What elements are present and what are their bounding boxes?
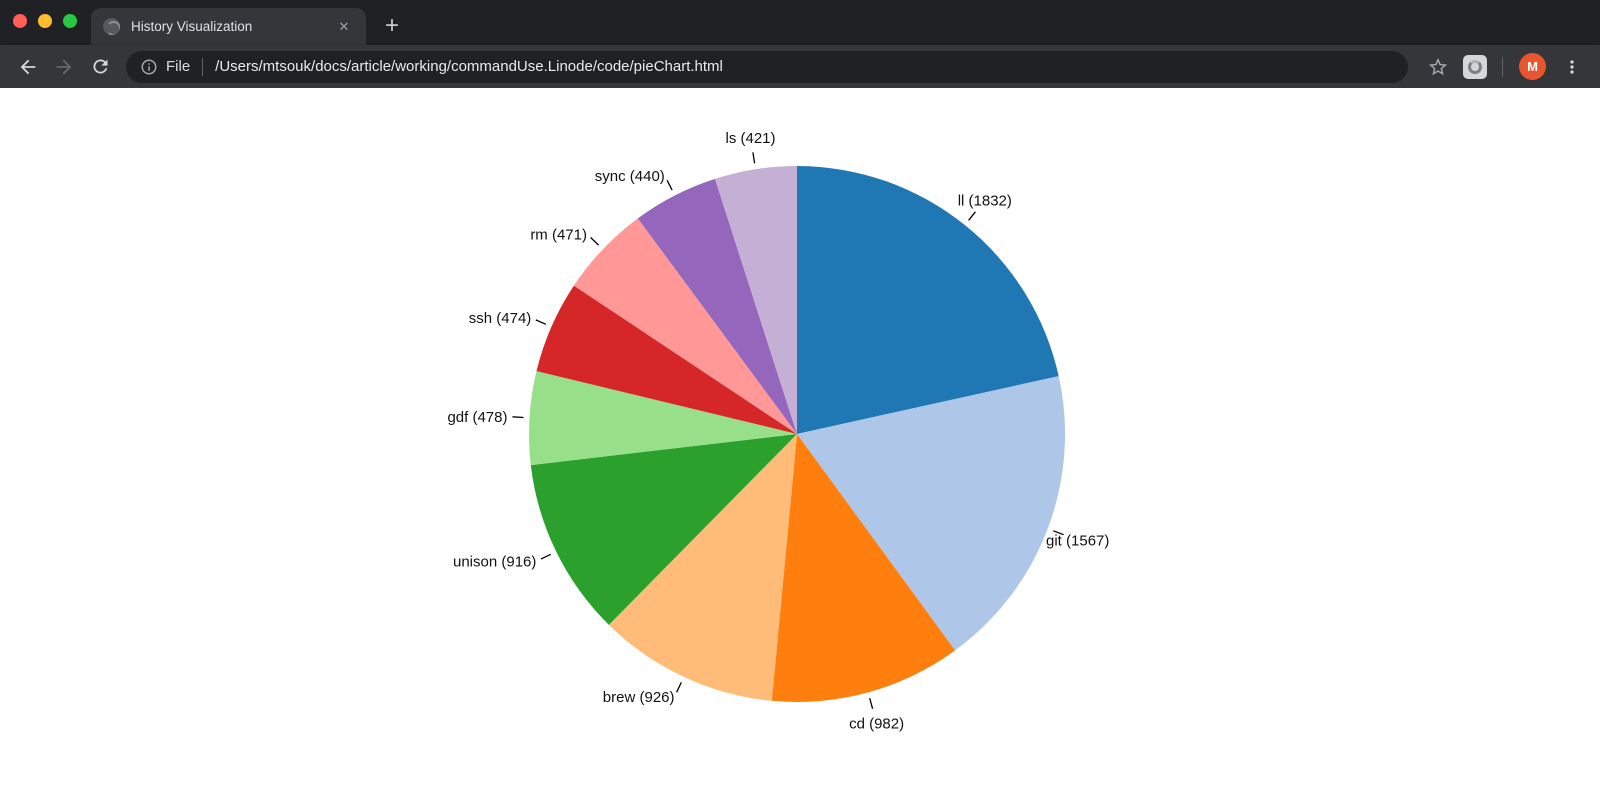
tab-title: History Visualization	[131, 19, 334, 34]
back-arrow-icon	[17, 56, 39, 78]
reload-icon	[90, 56, 111, 77]
pie-label-tick	[591, 238, 599, 246]
forward-button[interactable]	[46, 49, 82, 85]
pie-label-sync: sync (440)	[595, 168, 665, 185]
pie-label-tick	[667, 180, 672, 190]
pie-label-gdf: gdf (478)	[447, 409, 507, 426]
page-info-icon[interactable]	[140, 58, 158, 76]
extension-icon	[1463, 55, 1487, 79]
pie-label-unison: unison (916)	[453, 554, 536, 571]
pie-label-rm: rm (471)	[530, 226, 587, 243]
pie-label-tick	[541, 554, 551, 559]
tab-close-icon[interactable]: ✕	[334, 17, 354, 37]
url-text: /Users/mtsouk/docs/article/working/comma…	[215, 58, 723, 75]
browser-tab[interactable]: History Visualization ✕	[91, 8, 366, 45]
bookmark-star-icon	[1427, 56, 1449, 78]
pie-label-git: git (1567)	[1046, 532, 1109, 549]
page-content: ll (1832) git (1567) cd (982) brew (926) uni…	[0, 88, 1600, 793]
browser-menu-button[interactable]	[1554, 49, 1590, 85]
forward-arrow-icon	[53, 56, 75, 78]
back-button[interactable]	[10, 49, 46, 85]
window-controls	[13, 14, 77, 28]
pie-label-brew: brew (926)	[603, 689, 675, 706]
tab-favicon-icon	[103, 18, 120, 35]
pie-label-tick	[870, 698, 873, 709]
reload-button[interactable]	[82, 49, 118, 85]
kebab-menu-icon	[1562, 57, 1582, 77]
toolbar-divider	[1502, 57, 1503, 77]
pie-chart: ll (1832) git (1567) cd (982) brew (926) uni…	[0, 88, 1600, 793]
pie-label-ll: ll (1832)	[958, 192, 1012, 209]
url-bar[interactable]: File /Users/mtsouk/docs/article/working/…	[126, 51, 1408, 83]
pie-label-tick	[513, 417, 524, 418]
pie-label-tick	[536, 320, 546, 324]
pie-label-cd: cd (982)	[849, 716, 904, 733]
pie-label-ssh: ssh (474)	[469, 310, 532, 327]
minimize-window-button[interactable]	[38, 14, 52, 28]
zoom-window-button[interactable]	[63, 14, 77, 28]
pie-label-ls: ls (421)	[725, 130, 775, 147]
pie-label-tick	[677, 682, 682, 692]
extension-button[interactable]	[1460, 52, 1490, 82]
close-window-button[interactable]	[13, 14, 27, 28]
pie-label-tick	[753, 152, 755, 163]
profile-avatar[interactable]: M	[1519, 53, 1546, 80]
bookmark-button[interactable]	[1420, 49, 1456, 85]
tab-strip: History Visualization ✕ +	[0, 0, 1600, 45]
pie-label-tick	[969, 212, 976, 221]
browser-toolbar: File /Users/mtsouk/docs/article/working/…	[0, 45, 1600, 88]
url-scheme-label: File	[166, 58, 190, 75]
toolbar-right-cluster: M	[1420, 49, 1590, 85]
url-divider	[202, 58, 203, 76]
new-tab-button[interactable]: +	[377, 11, 407, 41]
